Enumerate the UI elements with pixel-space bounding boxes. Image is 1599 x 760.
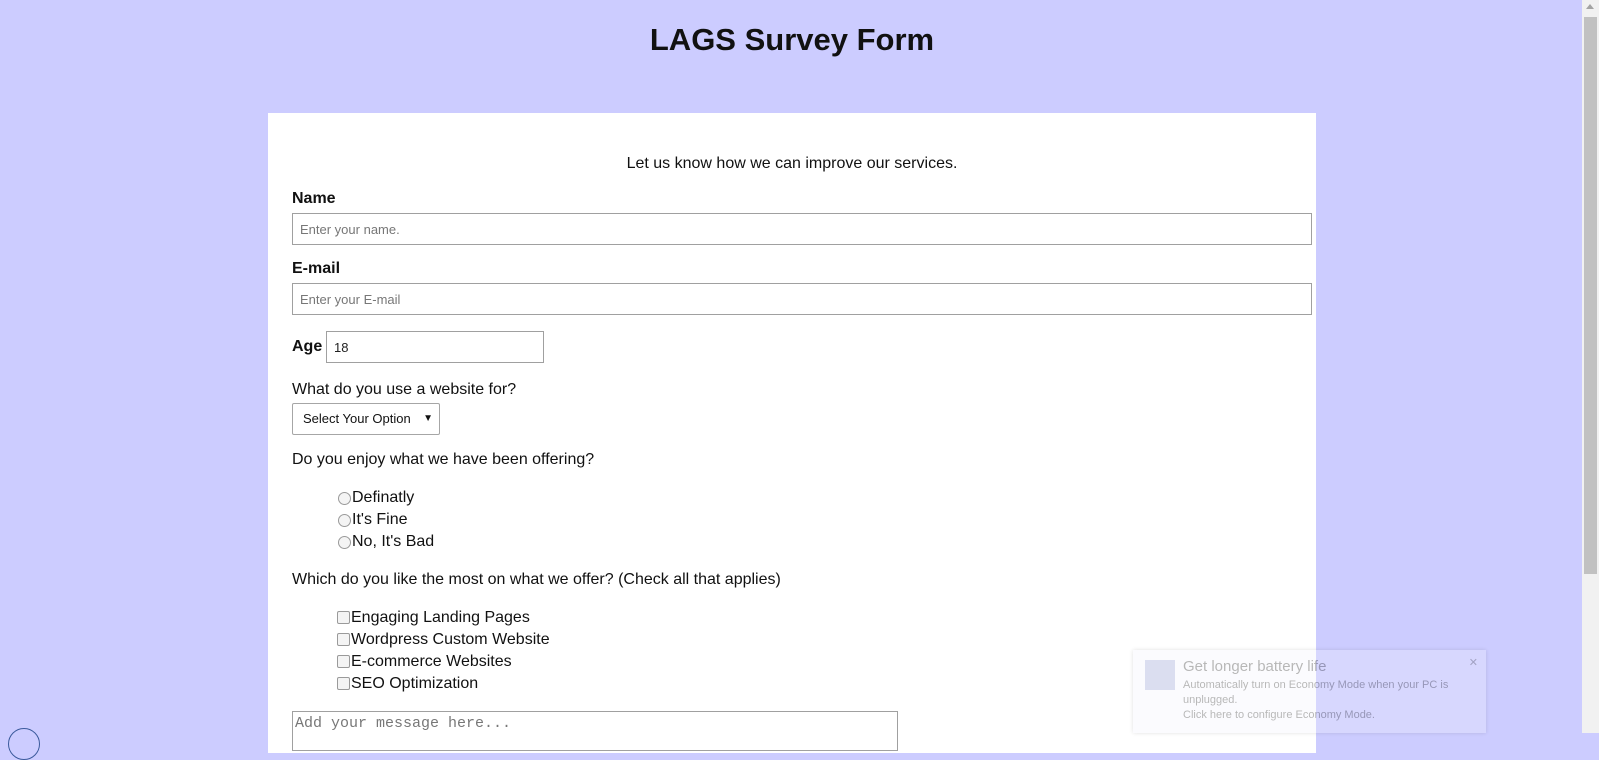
notification-action[interactable]: Click here to configure Economy Mode. <box>1183 709 1375 721</box>
usage-select-value: Select Your Option <box>303 411 411 426</box>
checkbox-label: Engaging Landing Pages <box>351 609 530 626</box>
battery-notification[interactable]: Get longer battery life Automatically tu… <box>1133 650 1486 733</box>
close-icon[interactable]: ✕ <box>1469 656 1478 669</box>
battery-icon <box>1145 660 1175 690</box>
scrollbar-thumb[interactable] <box>1584 17 1597 574</box>
usage-select[interactable]: Select Your Option ▼ <box>292 403 440 435</box>
checkbox[interactable] <box>337 633 350 646</box>
likes-question: Which do you like the most on what we of… <box>292 571 781 588</box>
notification-title: Get longer battery life <box>1183 658 1327 675</box>
radio-button[interactable] <box>338 536 351 549</box>
radio-button[interactable] <box>338 492 351 505</box>
checkbox[interactable] <box>337 677 350 690</box>
age-label: Age <box>292 338 323 355</box>
checkbox-label: E-commerce Websites <box>351 653 512 670</box>
radio-label: Definatly <box>352 489 415 506</box>
message-textarea[interactable] <box>292 711 898 751</box>
email-input[interactable] <box>292 283 1312 315</box>
checkbox[interactable] <box>337 611 350 624</box>
name-label: Name <box>292 190 336 207</box>
checkbox-label: Wordpress Custom Website <box>351 631 550 648</box>
chevron-down-icon: ▼ <box>423 413 433 424</box>
form-description: Let us know how we can improve our servi… <box>626 155 958 172</box>
vertical-scrollbar[interactable] <box>1582 0 1599 733</box>
page-title: LAGS Survey Form <box>649 22 935 57</box>
checkbox[interactable] <box>337 655 350 668</box>
age-input[interactable] <box>326 331 544 363</box>
radio-label: It's Fine <box>352 511 408 528</box>
checkbox-label: SEO Optimization <box>351 675 479 692</box>
radio-button[interactable] <box>338 514 351 527</box>
scroll-up-icon[interactable] <box>1586 4 1594 9</box>
usage-question: What do you use a website for? <box>292 381 517 398</box>
email-label: E-mail <box>292 260 341 277</box>
notification-text: Automatically turn on Economy Mode when … <box>1183 679 1449 706</box>
enjoy-question: Do you enjoy what we have been offering? <box>292 451 595 468</box>
name-input[interactable] <box>292 213 1312 245</box>
notification-body: Automatically turn on Economy Mode when … <box>1183 678 1478 723</box>
radio-label: No, It's Bad <box>352 533 435 550</box>
